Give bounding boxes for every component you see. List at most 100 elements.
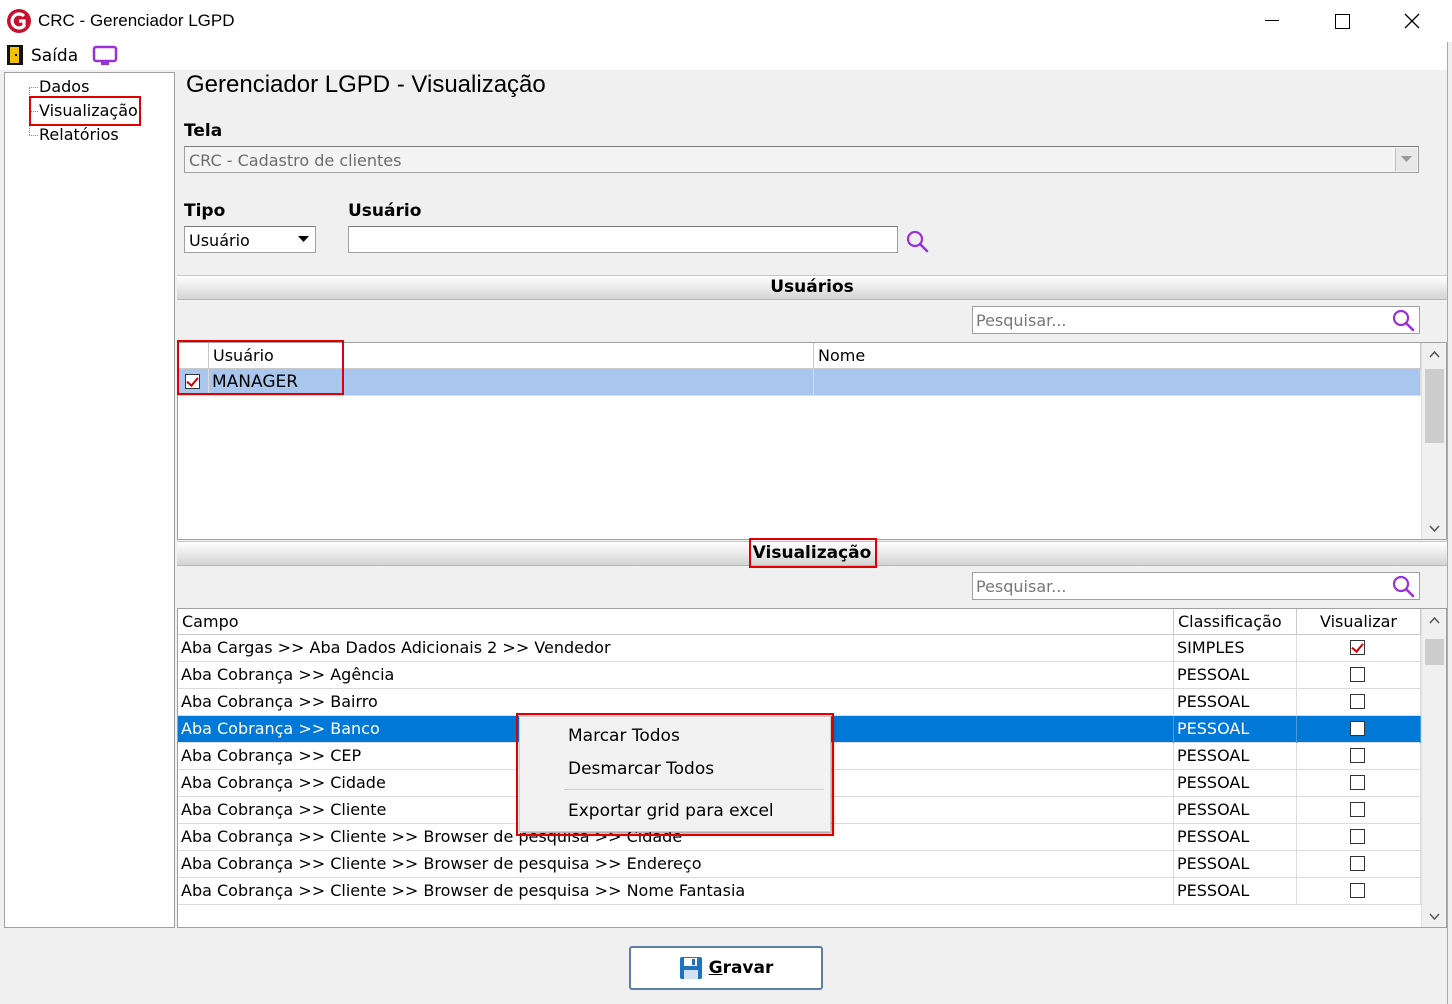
exit-door-icon <box>7 45 23 65</box>
campo-cell: Aba Cargas >> Aba Dados Adicionais 2 >> … <box>178 635 1174 662</box>
chevron-up-icon <box>1429 616 1440 624</box>
visualizar-cell[interactable] <box>1297 743 1421 770</box>
table-row[interactable]: Aba Cobrança >> Bairro PESSOAL <box>178 689 1421 716</box>
visualizar-cell[interactable] <box>1297 797 1421 824</box>
users-search-placeholder: Pesquisar... <box>976 311 1067 330</box>
tree-item-dados[interactable]: Dados <box>39 77 89 96</box>
view-grid-header-classificacao[interactable]: Classificação <box>1174 609 1297 635</box>
campo-cell: Aba Cobrança >> Cliente >> Browser de pe… <box>178 878 1174 905</box>
users-search-input[interactable]: Pesquisar... <box>972 306 1420 334</box>
visualizar-cell[interactable] <box>1297 770 1421 797</box>
tipo-select-value: Usuário <box>189 231 250 250</box>
search-icon[interactable] <box>1391 574 1417 600</box>
chevron-down-icon <box>297 236 309 242</box>
view-grid-header-visualizar[interactable]: Visualizar <box>1297 609 1421 635</box>
floppy-disk-icon <box>679 957 702 979</box>
table-row[interactable]: MANAGER <box>178 369 1421 396</box>
visualizar-cell[interactable] <box>1297 824 1421 851</box>
view-grid-header-campo[interactable]: Campo <box>178 609 1174 635</box>
app-logo-icon <box>7 9 31 33</box>
minimize-button[interactable] <box>1238 0 1306 42</box>
users-section-header: Usuários <box>177 275 1447 300</box>
navigation-tree: Dados Visualização Relatórios <box>4 72 175 928</box>
view-search-input[interactable]: Pesquisar... <box>972 572 1420 600</box>
visualizar-checkbox[interactable] <box>1350 802 1365 817</box>
user-row-nome <box>814 369 1421 396</box>
usuario-input[interactable] <box>348 226 898 253</box>
visualizar-checkbox[interactable] <box>1350 883 1365 898</box>
minimize-icon <box>1265 20 1279 21</box>
table-row[interactable]: Aba Cargas >> Aba Dados Adicionais 2 >> … <box>178 635 1421 662</box>
table-row[interactable]: Aba Cobrança >> Cliente >> Browser de pe… <box>178 878 1421 905</box>
visualizar-cell[interactable] <box>1297 851 1421 878</box>
tela-dropdown-arrow[interactable] <box>1395 148 1417 171</box>
campo-cell: Aba Cobrança >> Bairro <box>178 689 1174 716</box>
visualizar-checkbox[interactable] <box>1350 829 1365 844</box>
close-icon <box>1404 13 1420 29</box>
visualizar-cell[interactable] <box>1297 689 1421 716</box>
visualizar-checkbox[interactable] <box>1350 721 1365 736</box>
classificacao-cell: PESSOAL <box>1174 716 1297 743</box>
tela-select-value: CRC - Cadastro de clientes <box>189 151 402 170</box>
exit-menu-item[interactable]: Saída <box>31 46 78 66</box>
tree-connector <box>29 87 38 88</box>
highlight-annotation <box>749 538 877 568</box>
visualizar-cell[interactable] <box>1297 635 1421 662</box>
menu-bar <box>0 42 1452 70</box>
highlight-annotation <box>516 713 834 836</box>
chevron-down-icon <box>1429 524 1440 532</box>
tree-connector <box>29 135 38 136</box>
tipo-dropdown-arrow[interactable] <box>292 228 314 251</box>
usuario-label: Usuário <box>348 201 422 221</box>
users-section-title: Usuários <box>770 277 854 297</box>
visualizar-checkbox[interactable] <box>1350 775 1365 790</box>
visualizar-cell[interactable] <box>1297 662 1421 689</box>
visualizar-cell[interactable] <box>1297 716 1421 743</box>
visualizar-checkbox[interactable] <box>1350 694 1365 709</box>
scroll-down-arrow[interactable] <box>1422 517 1446 539</box>
save-button[interactable]: Gravar <box>629 946 823 990</box>
classificacao-cell: PESSOAL <box>1174 878 1297 905</box>
scroll-up-arrow[interactable] <box>1422 343 1446 365</box>
users-grid-header-nome[interactable]: Nome <box>814 343 1421 369</box>
search-icon[interactable] <box>905 229 931 255</box>
view-grid-scrollbar[interactable] <box>1421 609 1446 927</box>
visualizar-checkbox[interactable] <box>1350 640 1365 655</box>
window-frame <box>1447 42 1452 1004</box>
scroll-up-arrow[interactable] <box>1422 609 1446 631</box>
users-grid-scrollbar[interactable] <box>1421 343 1446 539</box>
classificacao-cell: PESSOAL <box>1174 851 1297 878</box>
close-button[interactable] <box>1378 0 1446 42</box>
visualizar-checkbox[interactable] <box>1350 748 1365 763</box>
table-row[interactable]: Aba Cobrança >> Agência PESSOAL <box>178 662 1421 689</box>
campo-cell: Aba Cobrança >> Cliente >> Browser de pe… <box>178 851 1174 878</box>
table-row[interactable]: Aba Cobrança >> Cliente >> Browser de pe… <box>178 851 1421 878</box>
view-search-placeholder: Pesquisar... <box>976 577 1067 596</box>
maximize-button[interactable] <box>1308 0 1376 42</box>
scroll-down-arrow[interactable] <box>1422 905 1446 927</box>
classificacao-cell: PESSOAL <box>1174 797 1297 824</box>
classificacao-cell: PESSOAL <box>1174 770 1297 797</box>
maximize-icon <box>1334 13 1350 29</box>
chevron-down-icon <box>1429 912 1440 920</box>
monitor-icon[interactable] <box>92 45 118 67</box>
campo-cell: Aba Cobrança >> Agência <box>178 662 1174 689</box>
scroll-thumb[interactable] <box>1425 639 1444 665</box>
visualizar-checkbox[interactable] <box>1350 856 1365 871</box>
users-grid: Usuário Nome MANAGER <box>177 342 1447 540</box>
tipo-label: Tipo <box>184 201 226 221</box>
visualizar-checkbox[interactable] <box>1350 667 1365 682</box>
classificacao-cell: SIMPLES <box>1174 635 1297 662</box>
search-icon[interactable] <box>1391 308 1417 334</box>
visualizar-cell[interactable] <box>1297 878 1421 905</box>
tipo-select[interactable]: Usuário <box>184 226 316 253</box>
scroll-thumb[interactable] <box>1425 369 1444 443</box>
classificacao-cell: PESSOAL <box>1174 662 1297 689</box>
highlight-annotation <box>29 96 141 126</box>
classificacao-cell: PESSOAL <box>1174 824 1297 851</box>
chevron-down-icon <box>1401 156 1412 162</box>
tela-select[interactable]: CRC - Cadastro de clientes <box>184 146 1419 173</box>
window-title: CRC - Gerenciador LGPD <box>38 11 235 30</box>
page-title: Gerenciador LGPD - Visualização <box>186 71 546 98</box>
tree-item-relatorios[interactable]: Relatórios <box>39 125 119 144</box>
